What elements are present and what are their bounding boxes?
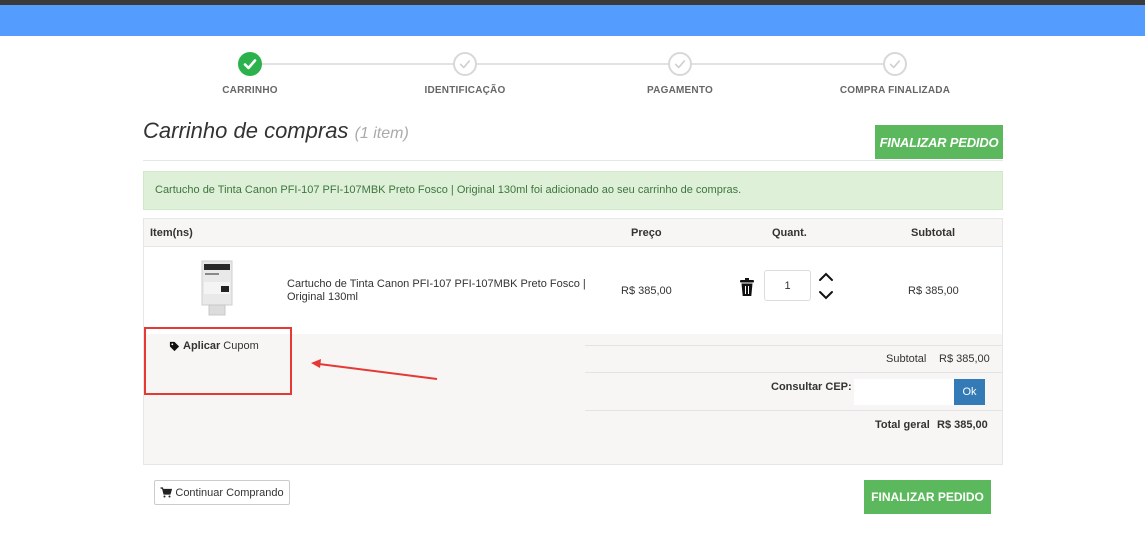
step-finished: COMPRA FINALIZADA: [795, 50, 995, 96]
finalize-order-button-top[interactable]: FINALIZAR PEDIDO: [875, 125, 1003, 159]
header-subtotal: Subtotal: [911, 227, 955, 239]
item-count: (1 item): [354, 125, 409, 142]
cart-icon: [160, 487, 173, 498]
check-icon: [883, 52, 907, 76]
coupon-highlight-box: Aplicar Cupom: [144, 327, 292, 395]
total-label: Total geral: [875, 419, 930, 431]
check-icon: [238, 52, 262, 76]
cep-label: Consultar CEP:: [771, 381, 852, 393]
cart-table-header: Item(ns) Preço Quant. Subtotal: [144, 219, 1002, 247]
cart-table: Item(ns) Preço Quant. Subtotal Cartucho …: [143, 218, 1003, 465]
tag-icon: [169, 341, 180, 351]
apply-coupon-link[interactable]: Aplicar Cupom: [169, 340, 259, 352]
step-label: CARRINHO: [222, 85, 278, 96]
chevron-up-icon[interactable]: [818, 271, 834, 283]
table-row: Cartucho de Tinta Canon PFI-107 PFI-107M…: [144, 247, 1002, 334]
cart-totals-area: Aplicar Cupom Subtotal R$ 385,00 Consult…: [144, 327, 1002, 464]
header-qty: Quant.: [772, 227, 807, 239]
site-header-bar: [0, 5, 1145, 36]
trash-icon[interactable]: [739, 277, 755, 297]
annotation-arrow: [311, 359, 438, 380]
divider: [585, 345, 1002, 346]
cep-ok-button[interactable]: Ok: [954, 379, 985, 405]
continue-shopping-label: Continuar Comprando: [175, 486, 284, 499]
check-icon: [453, 52, 477, 76]
page-title: Carrinho de compras (1 item): [143, 118, 409, 144]
step-label: COMPRA FINALIZADA: [839, 85, 951, 96]
checkout-steps: CARRINHO IDENTIFICAÇÃO PAGAMENTO COMPRA …: [143, 50, 1003, 100]
divider: [143, 160, 1003, 161]
divider: [585, 372, 1002, 373]
continue-shopping-button[interactable]: Continuar Comprando: [154, 480, 290, 505]
divider: [585, 410, 1002, 411]
step-cart: CARRINHO: [150, 50, 350, 96]
header-item: Item(ns): [150, 227, 193, 239]
coupon-label: Cupom: [223, 340, 259, 352]
quantity-input[interactable]: [764, 270, 811, 301]
success-alert: Cartucho de Tinta Canon PFI-107 PFI-107M…: [143, 171, 1003, 210]
header-price: Preço: [631, 227, 662, 239]
product-image[interactable]: [201, 260, 233, 318]
chevron-down-icon[interactable]: [818, 289, 834, 301]
step-label: PAGAMENTO: [647, 85, 713, 96]
coupon-label-bold: Aplicar: [183, 340, 221, 352]
total-value: R$ 385,00: [937, 419, 988, 431]
page-title-text: Carrinho de compras: [143, 118, 349, 143]
subtotal-value: R$ 385,00: [939, 353, 990, 365]
step-identification: IDENTIFICAÇÃO: [365, 50, 565, 96]
subtotal-label: Subtotal: [886, 353, 927, 365]
check-icon: [668, 52, 692, 76]
row-subtotal: R$ 385,00: [908, 285, 959, 297]
step-payment: PAGAMENTO: [580, 50, 780, 96]
cep-input[interactable]: [854, 379, 955, 405]
product-price: R$ 385,00: [621, 285, 672, 297]
step-label: IDENTIFICAÇÃO: [424, 85, 506, 96]
finalize-order-button-bottom[interactable]: FINALIZAR PEDIDO: [864, 480, 991, 514]
product-name-link[interactable]: Cartucho de Tinta Canon PFI-107 PFI-107M…: [287, 278, 587, 304]
